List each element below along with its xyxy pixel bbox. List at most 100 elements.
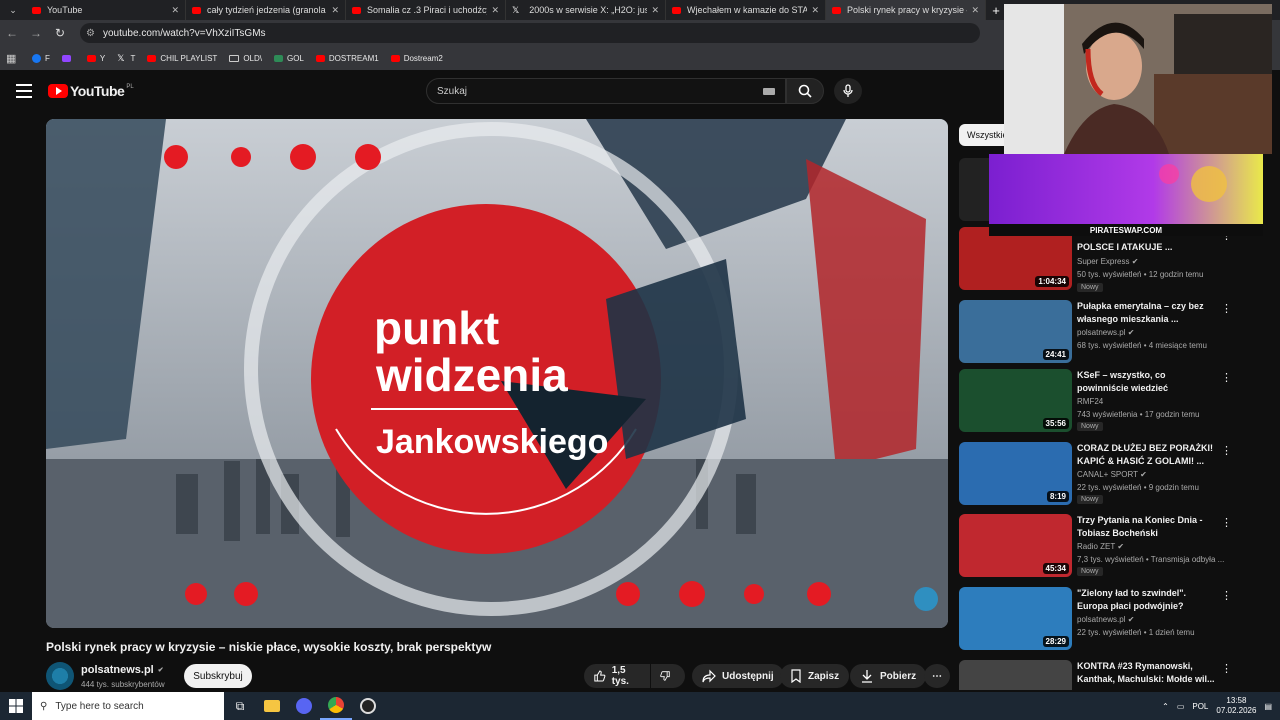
tab-5[interactable]: Wjechałem w kamazie do STAC ✕ — [666, 0, 826, 20]
close-icon[interactable]: ✕ — [331, 5, 339, 16]
rec-channel[interactable]: RMF24 — [1077, 397, 1103, 406]
channel-avatar[interactable] — [46, 662, 74, 690]
notifications-icon[interactable]: ▤ — [1264, 702, 1272, 711]
rec-title[interactable]: CORAZ DŁUŻEJ BEZ PORAŻKI! KAPIĆ & HASIĆ … — [1077, 442, 1217, 468]
recommendation-3[interactable]: 35:56 KSeF – wszystko, co powinniście wi… — [959, 369, 1279, 433]
more-vertical-icon[interactable]: ⋮ — [1221, 589, 1232, 602]
rec-channel-row[interactable]: polsatnews.pl ✔ — [1077, 328, 1134, 337]
task-view-icon[interactable]: ⧉ — [224, 692, 256, 720]
keyboard-icon[interactable] — [763, 88, 775, 95]
bookmark-dostream2[interactable]: Dostream2 — [390, 54, 443, 63]
rec-channel-row[interactable]: Radio ZET ✔ — [1077, 542, 1124, 551]
rec-title[interactable]: "Zielony ład to szwindel". Europa płaci … — [1077, 587, 1217, 613]
close-icon[interactable]: ✕ — [491, 5, 499, 16]
bookmark-dostream1[interactable]: DOSTREAM1 — [315, 54, 379, 63]
discord-icon[interactable] — [288, 692, 320, 720]
obs-icon[interactable] — [352, 692, 384, 720]
bookmark-twitch[interactable] — [61, 54, 75, 62]
menu-hamburger-icon[interactable] — [16, 84, 32, 98]
video-thumbnail[interactable]: 24:41 — [959, 300, 1072, 363]
dislike-button[interactable] — [651, 664, 685, 688]
bookmark-label: T — [130, 53, 136, 63]
more-vertical-icon[interactable]: ⋮ — [1221, 302, 1232, 315]
new-tab-button[interactable]: + — [986, 3, 1006, 18]
video-thumbnail[interactable]: 45:34 — [959, 514, 1072, 577]
forward-arrow-icon[interactable]: → — [24, 26, 48, 40]
rec-channel-row[interactable]: Super Express ✔ — [1077, 257, 1138, 266]
video-player[interactable]: punkt widzenia Jankowskiego — [46, 119, 948, 628]
voice-search-button[interactable] — [834, 78, 862, 104]
tab-2[interactable]: cały tydzień jedzenia (granola z ✕ — [186, 0, 346, 20]
rec-channel[interactable]: Super Express — [1077, 257, 1129, 266]
tab-3[interactable]: Somalia cz .3 Piraci i uchodźcy ✕ — [346, 0, 506, 20]
more-vertical-icon[interactable]: ⋮ — [1221, 444, 1232, 457]
video-thumbnail[interactable]: 28:29 — [959, 587, 1072, 650]
more-vertical-icon[interactable]: ⋮ — [1221, 662, 1232, 675]
bookmark-facebook[interactable]: F — [32, 53, 50, 63]
download-button[interactable]: Pobierz — [850, 664, 927, 688]
close-icon[interactable]: ✕ — [171, 5, 179, 16]
close-icon[interactable]: ✕ — [811, 5, 819, 16]
rec-title[interactable]: KONTRA #23 Rymanowski, Kanthak, Machulsk… — [1077, 660, 1217, 686]
recommendation-4[interactable]: 8:19 CORAZ DŁUŻEJ BEZ PORAŻKI! KAPIĆ & H… — [959, 442, 1279, 506]
windows-start-icon[interactable] — [0, 699, 32, 713]
chevron-up-icon[interactable]: ⌃ — [1162, 702, 1169, 711]
rec-meta: 743 wyświetlenia • 17 godzin temu — [1077, 410, 1200, 419]
save-button[interactable]: Zapisz — [780, 664, 850, 688]
video-thumbnail[interactable] — [959, 660, 1072, 690]
recommendation-7[interactable]: KONTRA #23 Rymanowski, Kanthak, Machulsk… — [959, 660, 1279, 690]
rec-channel[interactable]: polsatnews.pl — [1077, 615, 1125, 624]
site-info-icon[interactable]: ⚙ — [86, 28, 95, 39]
recommendation-1[interactable]: 1:04:34 POLSCE I ATAKUJE ... Super Expre… — [959, 227, 1279, 292]
tab-1[interactable]: YouTube ✕ — [26, 0, 186, 20]
rec-title[interactable]: Pułapka emerytalna – czy bez własnego mi… — [1077, 300, 1217, 326]
more-vertical-icon[interactable]: ⋮ — [1221, 516, 1232, 529]
more-vertical-icon[interactable]: ⋮ — [1221, 371, 1232, 384]
bookmark-youtube-y[interactable]: Y — [86, 54, 105, 63]
search-input[interactable]: Szukaj — [426, 78, 786, 104]
close-icon[interactable]: ✕ — [971, 5, 979, 16]
bookmark-label: F — [45, 53, 50, 63]
rec-channel-row[interactable]: polsatnews.pl ✔ — [1077, 615, 1134, 624]
network-icon[interactable]: ▭ — [1177, 702, 1185, 711]
rec-channel[interactable]: Radio ZET — [1077, 542, 1115, 551]
more-actions-button[interactable]: ⋯ — [924, 664, 950, 688]
bookmark-folder-old[interactable]: OLD\ — [229, 54, 262, 63]
channel-name-row[interactable]: polsatnews.pl ✔ — [81, 664, 164, 676]
video-thumbnail[interactable]: 35:56 — [959, 369, 1072, 432]
recommendation-2[interactable]: 24:41 Pułapka emerytalna – czy bez własn… — [959, 300, 1279, 364]
tab-6-active[interactable]: Polski rynek pracy w kryzysie – ✕ — [826, 0, 986, 20]
close-icon[interactable]: ✕ — [651, 5, 659, 16]
bookmark-x[interactable]: 𝕏T — [117, 53, 135, 64]
share-arrow-icon — [702, 669, 716, 683]
rec-channel-row[interactable]: CANAL+ SPORT ✔ — [1077, 470, 1147, 479]
file-explorer-icon[interactable] — [256, 692, 288, 720]
rec-title[interactable]: KSeF – wszystko, co powinniście wiedzieć — [1077, 369, 1217, 395]
recommendation-5[interactable]: 45:34 Trzy Pytania na Koniec Dnia - Tobi… — [959, 514, 1279, 578]
bookmark-gol[interactable]: GOL — [273, 54, 304, 63]
back-arrow-icon[interactable]: ← — [0, 26, 24, 40]
search-button[interactable] — [786, 78, 824, 104]
taskbar-search-input[interactable]: ⚲ Type here to search — [32, 692, 224, 720]
bookmark-chil-playlist[interactable]: CHIL PLAYLIST — [147, 54, 217, 63]
url-field[interactable]: ⚙ youtube.com/watch?v=VhXziITsGMs — [80, 23, 980, 43]
youtube-logo[interactable]: YouTube PL — [48, 83, 134, 99]
rec-title[interactable]: Trzy Pytania na Koniec Dnia - Tobiasz Bo… — [1077, 514, 1217, 540]
reload-icon[interactable]: ↻ — [48, 26, 72, 40]
chrome-icon[interactable] — [320, 692, 352, 720]
rec-channel[interactable]: CANAL+ SPORT — [1077, 470, 1138, 479]
tab-4[interactable]: 𝕏 2000s w serwisie X: „H2O: just ✕ — [506, 0, 666, 20]
subscribe-button[interactable]: Subskrybuj — [184, 664, 252, 688]
tab-search-chevron-icon[interactable]: ⌄ — [0, 0, 26, 20]
apps-grid-icon[interactable]: ▦ — [6, 52, 20, 65]
share-button[interactable]: Udostępnij — [692, 664, 784, 688]
like-button[interactable]: 1,5 tys. — [584, 664, 650, 688]
recommendation-6[interactable]: 28:29 "Zielony ład to szwindel". Europa … — [959, 587, 1279, 651]
clock[interactable]: 13:58 07.02.2026 — [1216, 696, 1256, 716]
channel-name[interactable]: polsatnews.pl — [81, 664, 154, 676]
video-thumbnail[interactable]: 1:04:34 — [959, 227, 1072, 290]
input-language[interactable]: POL — [1192, 702, 1208, 711]
rec-title[interactable]: POLSCE I ATAKUJE ... — [1077, 241, 1217, 254]
rec-channel[interactable]: polsatnews.pl — [1077, 328, 1125, 337]
video-thumbnail[interactable]: 8:19 — [959, 442, 1072, 505]
